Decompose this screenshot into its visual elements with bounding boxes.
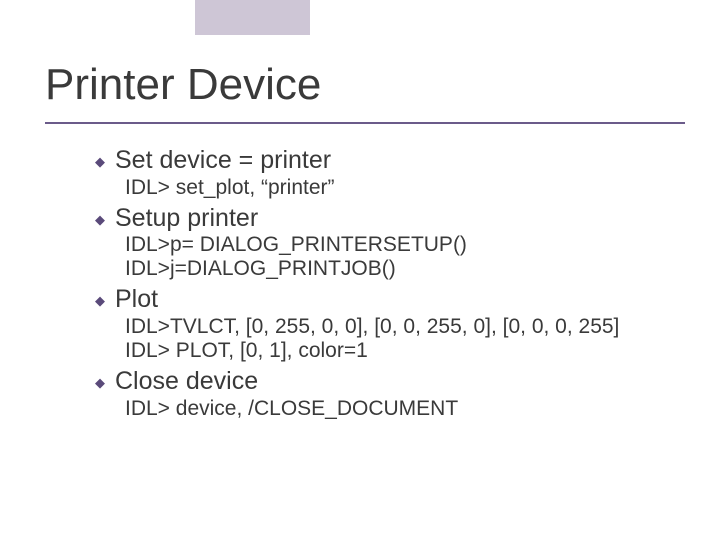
sub-item: IDL> PLOT, [0, 1], color=1: [125, 339, 675, 363]
sub-item: IDL> device, /CLOSE_DOCUMENT: [125, 397, 675, 421]
diamond-bullet-icon: ◆: [95, 154, 105, 170]
diamond-bullet-icon: ◆: [95, 293, 105, 309]
sub-item: IDL> set_plot, “printer”: [125, 176, 675, 200]
slide-container: Printer Device ◆ Set device = printer ID…: [0, 0, 720, 441]
sub-list: IDL>TVLCT, [0, 255, 0, 0], [0, 0, 255, 0…: [95, 315, 675, 363]
list-item: ◆ Close device IDL> device, /CLOSE_DOCUM…: [95, 367, 675, 421]
slide-title: Printer Device: [45, 60, 675, 124]
diamond-bullet-icon: ◆: [95, 212, 105, 228]
item-label: Close device: [115, 367, 258, 397]
item-label: Plot: [115, 285, 158, 315]
top-accent-bar: [195, 0, 310, 35]
diamond-bullet-icon: ◆: [95, 375, 105, 391]
list-item: ◆ Plot IDL>TVLCT, [0, 255, 0, 0], [0, 0,…: [95, 285, 675, 363]
sub-item: IDL>j=DIALOG_PRINTJOB(): [125, 257, 675, 281]
slide-content: ◆ Set device = printer IDL> set_plot, “p…: [45, 146, 675, 421]
sub-list: IDL>p= DIALOG_PRINTERSETUP() IDL>j=DIALO…: [95, 233, 675, 281]
sub-item: IDL>TVLCT, [0, 255, 0, 0], [0, 0, 255, 0…: [125, 315, 675, 339]
sub-list: IDL> device, /CLOSE_DOCUMENT: [95, 397, 675, 421]
list-item: ◆ Set device = printer IDL> set_plot, “p…: [95, 146, 675, 200]
sub-list: IDL> set_plot, “printer”: [95, 176, 675, 200]
item-label: Set device = printer: [115, 146, 331, 176]
item-label: Setup printer: [115, 204, 258, 234]
list-item: ◆ Setup printer IDL>p= DIALOG_PRINTERSET…: [95, 204, 675, 282]
sub-item: IDL>p= DIALOG_PRINTERSETUP(): [125, 233, 675, 257]
